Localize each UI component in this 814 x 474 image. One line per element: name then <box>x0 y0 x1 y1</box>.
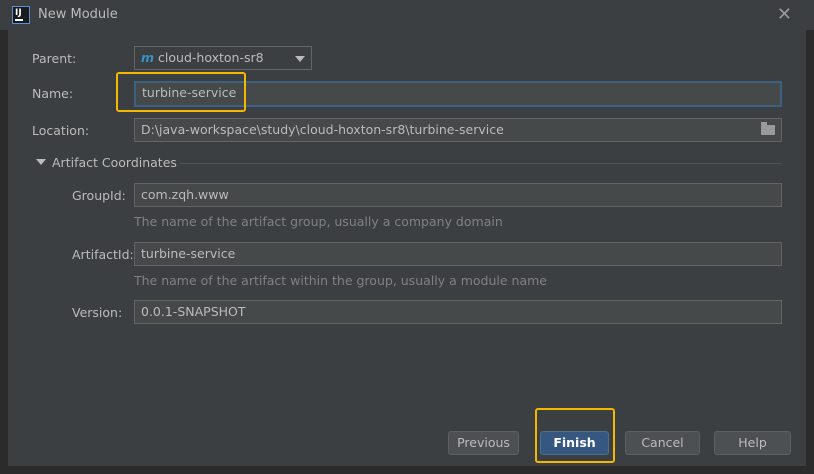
cancel-button[interactable]: Cancel <box>625 431 700 455</box>
name-highlight-box <box>116 72 246 112</box>
artifactid-label: ArtifactId: <box>72 247 134 262</box>
parent-dropdown[interactable]: m cloud-hoxton-sr8 <box>134 46 312 70</box>
title-bar: IJ New Module ✕ <box>0 0 814 30</box>
artifactid-hint: The name of the artifact within the grou… <box>134 273 547 288</box>
help-button[interactable]: Help <box>714 431 791 455</box>
chevron-down-icon <box>295 56 305 62</box>
parent-value: cloud-hoxton-sr8 <box>158 50 264 65</box>
parent-label: Parent: <box>32 51 77 66</box>
close-icon[interactable]: ✕ <box>777 4 792 25</box>
folder-icon[interactable] <box>761 122 775 135</box>
groupid-label: GroupId: <box>72 188 126 203</box>
maven-module-icon: m <box>141 50 155 65</box>
groupid-input[interactable]: com.zqh.www <box>134 183 782 207</box>
location-value: D:\java-workspace\study\cloud-hoxton-sr8… <box>141 122 504 137</box>
version-input[interactable]: 0.0.1-SNAPSHOT <box>134 300 782 324</box>
section-divider <box>180 163 782 164</box>
collapse-arrow-icon[interactable] <box>36 159 46 165</box>
left-edge <box>0 30 8 474</box>
name-label: Name: <box>32 86 74 101</box>
previous-button[interactable]: Previous <box>448 431 519 455</box>
artifactid-input[interactable]: turbine-service <box>134 242 782 266</box>
location-label: Location: <box>32 123 90 138</box>
version-label: Version: <box>72 305 123 320</box>
groupid-hint: The name of the artifact group, usually … <box>134 214 503 229</box>
right-edge <box>806 30 814 474</box>
intellij-app-icon: IJ <box>12 6 30 24</box>
section-artifact-coordinates[interactable]: Artifact Coordinates <box>52 155 177 170</box>
location-input[interactable]: D:\java-workspace\study\cloud-hoxton-sr8… <box>134 118 782 142</box>
finish-highlight-box <box>535 408 615 463</box>
window-title: New Module <box>38 7 118 22</box>
